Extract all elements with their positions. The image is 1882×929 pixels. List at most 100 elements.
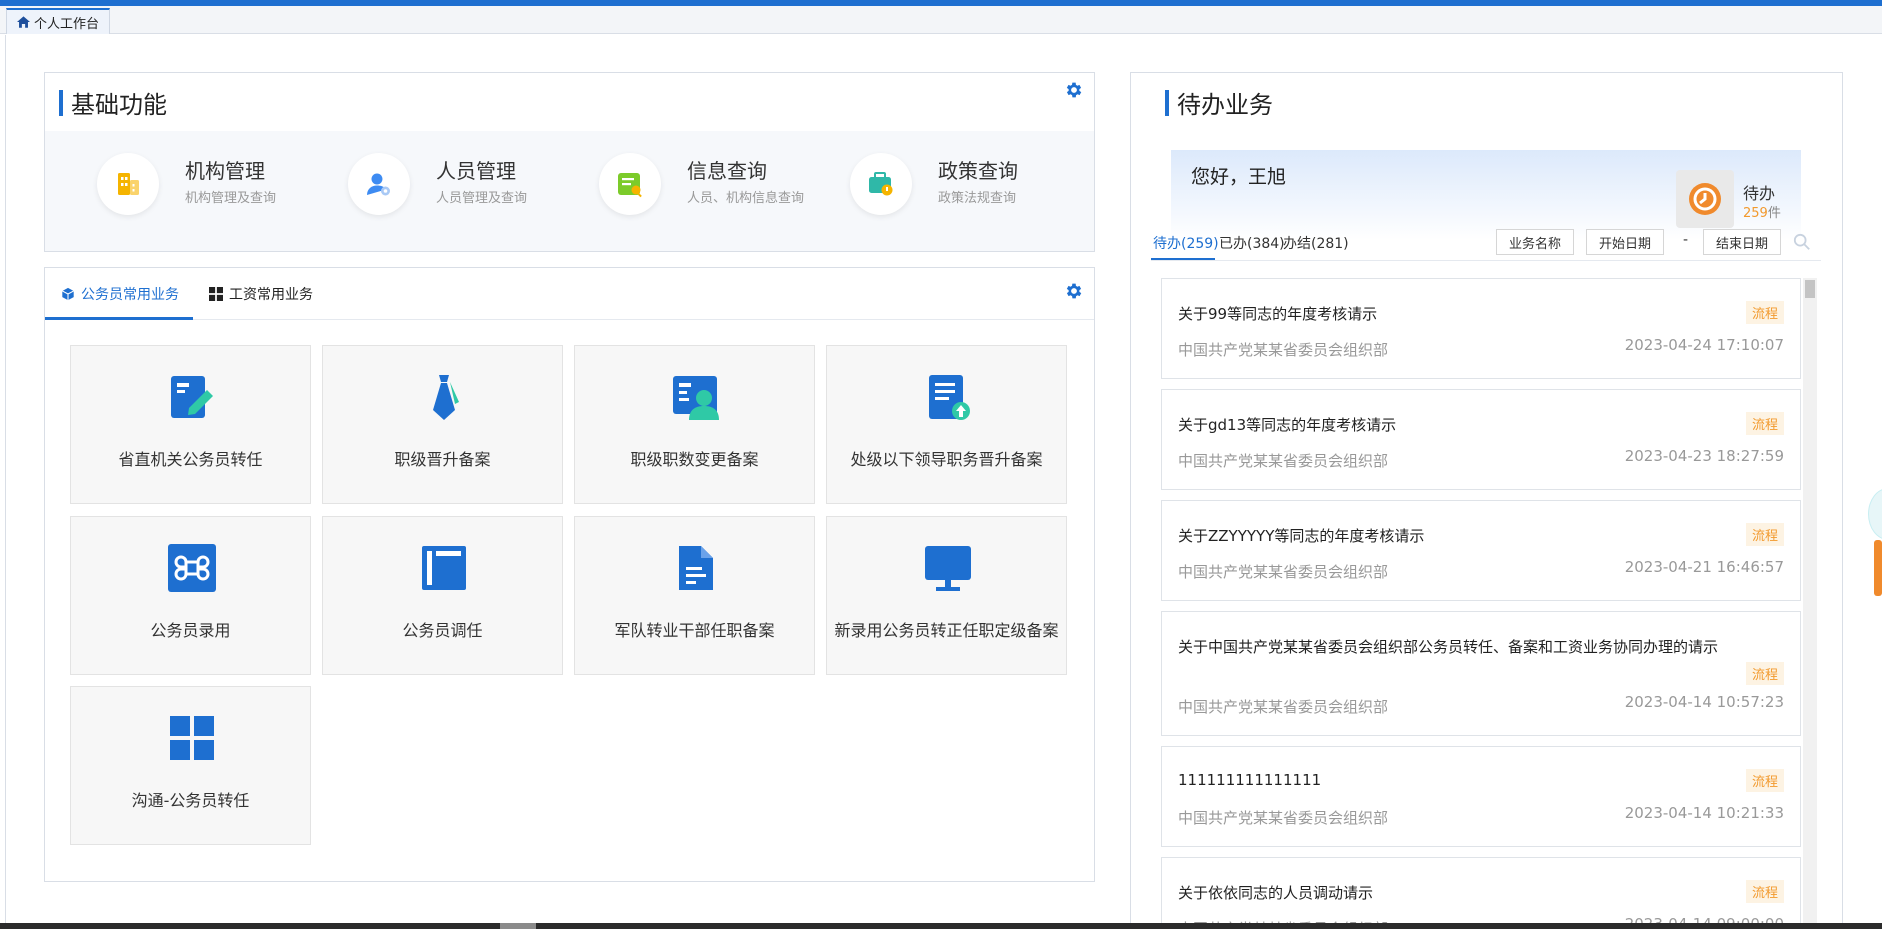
business-tabs: 公务员常用业务 工资常用业务	[45, 268, 1094, 320]
func-policy-search[interactable]: 政策查询 政策法规查询	[850, 153, 1090, 223]
card-label: 职级晋升备案	[394, 450, 491, 469]
item-org: 中国共产党某某省委员会组织部	[1178, 341, 1389, 359]
gear-icon[interactable]	[1064, 80, 1084, 100]
todo-filter-row: 待办(259) 已办(384) 办结(281) 业务名称 开始日期 - 结束日期	[1151, 229, 1821, 261]
item-title: 关于依依同志的人员调动请示	[1178, 884, 1374, 902]
left-divider	[5, 35, 6, 923]
title-accent-bar	[59, 89, 63, 116]
card-label: 省直机关公务员转任	[118, 450, 263, 469]
home-icon	[17, 16, 30, 28]
func-icon-circle	[850, 153, 912, 215]
title-accent-bar	[1165, 89, 1169, 116]
filter-tab-done[interactable]: 已办(384)	[1219, 233, 1285, 253]
func-icon-circle	[348, 153, 410, 215]
card-label: 新录用公务员转正任职定级备案	[834, 621, 1059, 640]
gear-icon[interactable]	[1064, 281, 1084, 301]
active-tab-underline	[45, 317, 193, 320]
func-icon-circle	[599, 153, 661, 215]
card-rank-promotion[interactable]: 职级晋升备案	[322, 345, 563, 504]
tab-civil-servant[interactable]: 公务员常用业务	[61, 284, 179, 304]
horizontal-scrollbar[interactable]	[0, 923, 1882, 929]
item-time: 2023-04-14 10:21:33	[1624, 804, 1784, 822]
process-tag: 流程	[1745, 769, 1784, 792]
todo-item[interactable]: 关于依依同志的人员调动请示 流程 中国共产党某某省委员会组织部 2023-04-…	[1161, 857, 1801, 929]
horizontal-scrollbar-thumb[interactable]	[500, 923, 536, 929]
scrollbar-thumb[interactable]	[1805, 280, 1815, 298]
card-communication-transfer[interactable]: 沟通-公务员转任	[70, 686, 311, 845]
card-recruitment[interactable]: 公务员录用	[70, 516, 311, 675]
item-title: 关于gd13等同志的年度考核请示	[1178, 416, 1397, 434]
tab-salary[interactable]: 工资常用业务	[209, 284, 313, 304]
card-leader-promotion[interactable]: 处级以下领导职务晋升备案	[826, 345, 1067, 504]
item-org: 中国共产党某某省委员会组织部	[1178, 809, 1389, 827]
func-user-manage[interactable]: 人员管理 人员管理及查询	[348, 153, 588, 223]
todo-badge-count: 259件	[1743, 202, 1781, 221]
func-subtitle: 政策法规查询	[938, 191, 1017, 206]
floating-assistant-ball[interactable]	[1868, 488, 1882, 540]
func-name: 信息查询	[687, 159, 767, 183]
cube-icon	[62, 287, 74, 301]
item-org: 中国共产党某某省委员会组织部	[1178, 698, 1389, 716]
end-date-filter[interactable]: 结束日期	[1703, 229, 1782, 255]
tab-personal-workbench[interactable]: 个人工作台	[6, 8, 111, 34]
card-military-transfer[interactable]: 军队转业干部任职备案	[574, 516, 815, 675]
todo-title-text: 待办业务	[1177, 91, 1273, 119]
building-icon	[118, 173, 139, 195]
edit-document-icon	[171, 376, 213, 418]
todo-item[interactable]: 111111111111111 流程 中国共产党某某省委员会组织部 2023-0…	[1161, 746, 1801, 847]
todo-item[interactable]: 关于中国共产党某某省委员会组织部公务员转任、备案和工资业务协同办理的请示 流程 …	[1161, 611, 1801, 736]
func-org-manage[interactable]: 机构管理 机构管理及查询	[97, 153, 337, 223]
todo-count-value: 259	[1743, 206, 1768, 221]
document-upload-icon	[929, 375, 970, 420]
item-time: 2023-04-21 16:46:57	[1624, 558, 1784, 576]
info-search-icon	[618, 173, 642, 198]
search-icon[interactable]	[1793, 233, 1811, 251]
process-tag: 流程	[1745, 301, 1784, 324]
filter-tab-underline	[1151, 258, 1215, 260]
todo-count-unit: 件	[1767, 206, 1781, 221]
file-icon	[679, 546, 713, 590]
panel-title: 基础功能	[59, 85, 167, 120]
process-tag: 流程	[1745, 662, 1784, 685]
func-icon-circle	[97, 153, 159, 215]
grid-small-icon	[209, 287, 223, 301]
func-name: 机构管理	[185, 159, 265, 183]
greeting-text: 您好，王旭	[1191, 166, 1287, 188]
item-title: 111111111111111	[1178, 771, 1322, 789]
item-time: 2023-04-23 18:27:59	[1624, 447, 1784, 465]
func-name: 政策查询	[938, 159, 1018, 183]
card-transfer-in[interactable]: 公务员调任	[322, 516, 563, 675]
common-business-panel: 公务员常用业务 工资常用业务 省直机关公务员转任 职级晋升备案 职级职数变更备案…	[44, 267, 1095, 882]
layout-icon	[422, 546, 466, 590]
todo-item[interactable]: 关于gd13等同志的年度考核请示 流程 中国共产党某某省委员会组织部 2023-…	[1161, 389, 1801, 490]
func-subtitle: 人员、机构信息查询	[687, 191, 805, 206]
item-org: 中国共产党某某省委员会组织部	[1178, 452, 1389, 470]
func-subtitle: 人员管理及查询	[436, 191, 528, 206]
filter-tab-finished[interactable]: 办结(281)	[1283, 233, 1349, 253]
filter-tab-pending[interactable]: 待办(259)	[1153, 233, 1219, 253]
start-date-filter[interactable]: 开始日期	[1586, 229, 1665, 255]
monitor-icon	[925, 546, 971, 591]
process-tag: 流程	[1745, 523, 1784, 546]
todo-item[interactable]: 关于ZZYYYYY等同志的年度考核请示 流程 中国共产党某某省委员会组织部 20…	[1161, 500, 1801, 601]
todo-badge-icon-box	[1676, 170, 1734, 228]
card-label: 公务员录用	[150, 621, 231, 640]
process-tag: 流程	[1745, 880, 1784, 903]
tab-strip: 个人工作台	[0, 6, 1882, 34]
process-tag: 流程	[1745, 412, 1784, 435]
basic-title-text: 基础功能	[71, 91, 167, 119]
side-drawer-handle[interactable]	[1874, 540, 1882, 596]
func-info-search[interactable]: 信息查询 人员、机构信息查询	[599, 153, 839, 223]
item-org: 中国共产党某某省委员会组织部	[1178, 563, 1389, 581]
todo-item[interactable]: 关于99等同志的年度考核请示 流程 中国共产党某某省委员会组织部 2023-04…	[1161, 278, 1801, 379]
card-provincial-transfer[interactable]: 省直机关公务员转任	[70, 345, 311, 504]
business-name-filter[interactable]: 业务名称	[1496, 229, 1575, 255]
user-manage-icon	[367, 173, 390, 196]
card-probation-rank[interactable]: 新录用公务员转正任职定级备案	[826, 516, 1067, 675]
todo-list: 关于99等同志的年度考核请示 流程 中国共产党某某省委员会组织部 2023-04…	[1161, 278, 1801, 929]
todo-list-scrollbar[interactable]	[1803, 278, 1817, 929]
card-rank-quota-change[interactable]: 职级职数变更备案	[574, 345, 815, 504]
policy-icon	[869, 172, 893, 196]
card-label: 公务员调任	[402, 621, 483, 640]
func-name: 人员管理	[436, 159, 516, 183]
